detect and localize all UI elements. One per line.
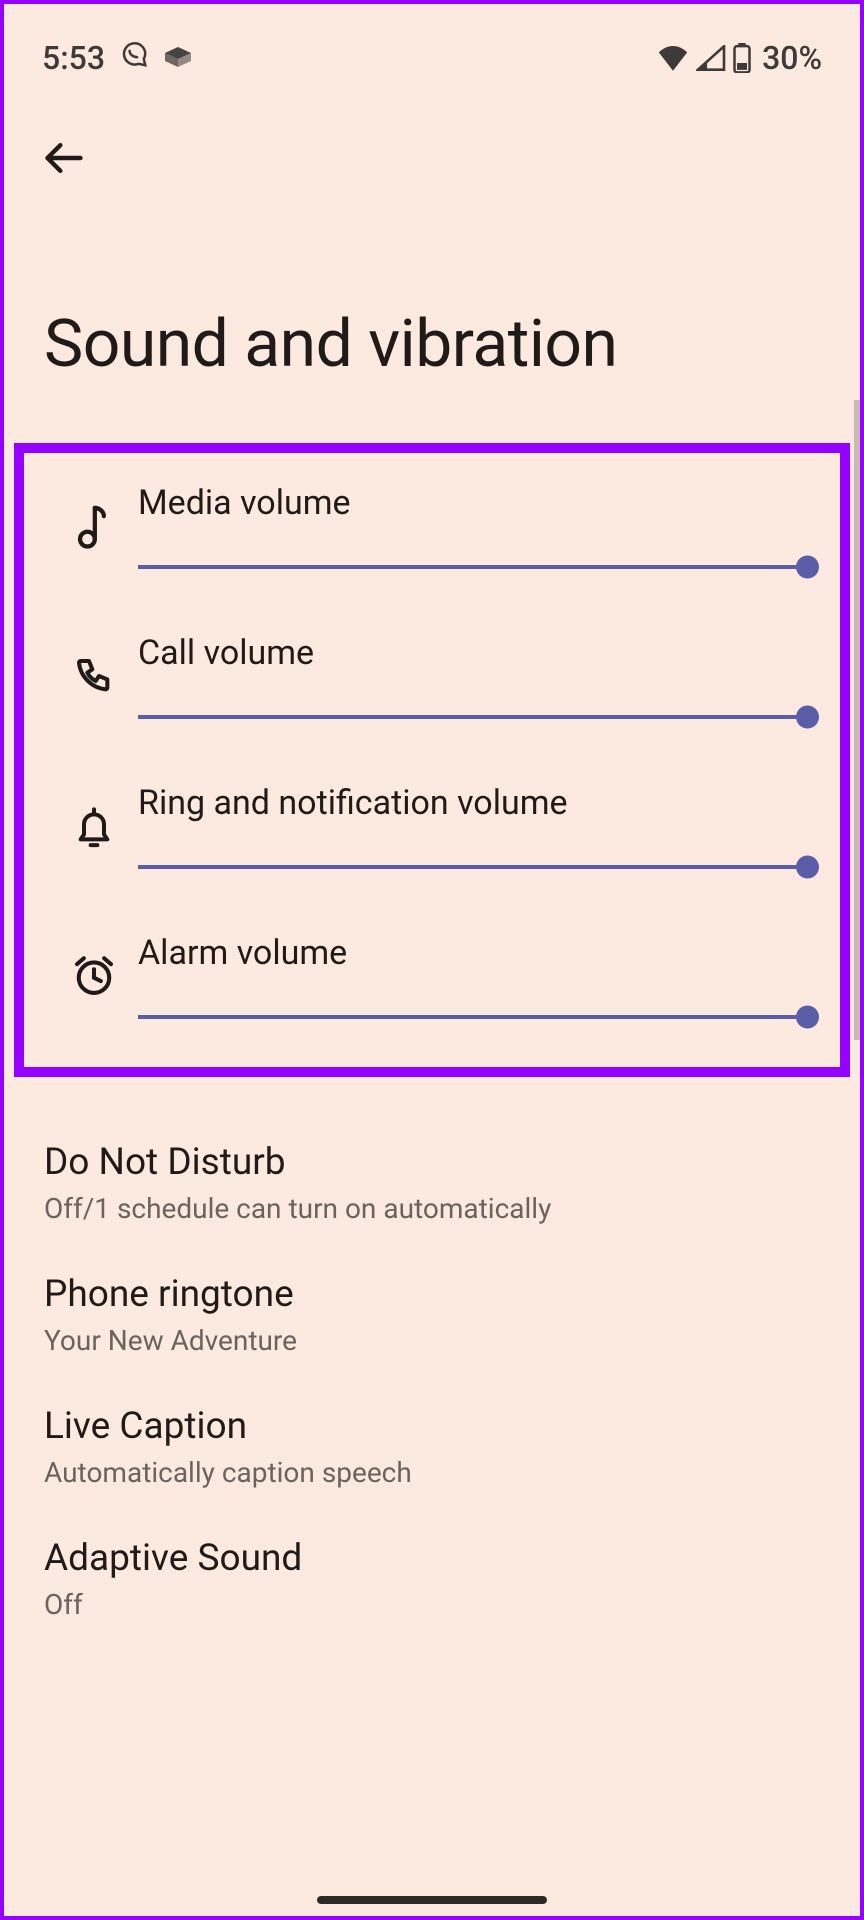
do-not-disturb-item[interactable]: Do Not Disturb Off/1 schedule can turn o… xyxy=(44,1117,820,1249)
phone-ringtone-item[interactable]: Phone ringtone Your New Adventure xyxy=(44,1249,820,1381)
battery-icon xyxy=(732,43,752,73)
alarm-icon xyxy=(50,954,138,998)
signal-icon xyxy=(696,45,726,71)
item-title: Do Not Disturb xyxy=(44,1141,820,1184)
scroll-indicator xyxy=(854,400,860,1040)
item-subtitle: Your New Adventure xyxy=(44,1324,820,1357)
ring-volume-slider[interactable] xyxy=(138,865,808,869)
volume-sliders-highlight: Media volume Call volume xyxy=(14,443,850,1077)
package-icon xyxy=(163,39,193,77)
slider-thumb[interactable] xyxy=(796,556,819,579)
wifi-icon xyxy=(656,45,690,71)
item-subtitle: Automatically caption speech xyxy=(44,1456,820,1489)
call-volume-slider[interactable] xyxy=(138,715,808,719)
ring-volume-label: Ring and notification volume xyxy=(138,783,808,823)
settings-list: Do Not Disturb Off/1 schedule can turn o… xyxy=(4,1077,860,1645)
item-title: Live Caption xyxy=(44,1405,820,1448)
navigation-handle[interactable] xyxy=(317,1896,547,1904)
alarm-volume-row[interactable]: Alarm volume xyxy=(50,905,814,1037)
item-subtitle: Off/1 schedule can turn on automatically xyxy=(44,1192,820,1225)
bell-icon xyxy=(50,804,138,848)
item-subtitle: Off xyxy=(44,1588,820,1621)
call-volume-row[interactable]: Call volume xyxy=(50,605,814,755)
live-caption-item[interactable]: Live Caption Automatically caption speec… xyxy=(44,1381,820,1513)
media-volume-label: Media volume xyxy=(138,483,808,523)
page-title: Sound and vibration xyxy=(4,186,860,443)
slider-thumb[interactable] xyxy=(796,856,819,879)
call-volume-label: Call volume xyxy=(138,633,808,673)
item-title: Phone ringtone xyxy=(44,1273,820,1316)
status-bar: 5:53 xyxy=(4,4,860,84)
status-left: 5:53 xyxy=(42,39,193,77)
back-button[interactable] xyxy=(36,130,92,186)
slider-thumb[interactable] xyxy=(796,706,819,729)
alarm-volume-slider[interactable] xyxy=(138,1015,808,1019)
media-volume-slider[interactable] xyxy=(138,565,808,569)
music-note-icon xyxy=(50,503,138,549)
status-time: 5:53 xyxy=(42,39,105,77)
ring-volume-row[interactable]: Ring and notification volume xyxy=(50,755,814,905)
media-volume-row[interactable]: Media volume xyxy=(50,477,814,605)
status-right: 30% xyxy=(656,39,822,77)
adaptive-sound-item[interactable]: Adaptive Sound Off xyxy=(44,1513,820,1645)
slider-thumb[interactable] xyxy=(796,1006,819,1029)
alarm-volume-label: Alarm volume xyxy=(138,933,808,973)
app-bar xyxy=(4,84,860,186)
phone-icon xyxy=(50,656,138,696)
item-title: Adaptive Sound xyxy=(44,1537,820,1580)
battery-text: 30% xyxy=(762,39,822,77)
whatsapp-icon xyxy=(119,39,149,77)
arrow-back-icon xyxy=(42,136,86,180)
